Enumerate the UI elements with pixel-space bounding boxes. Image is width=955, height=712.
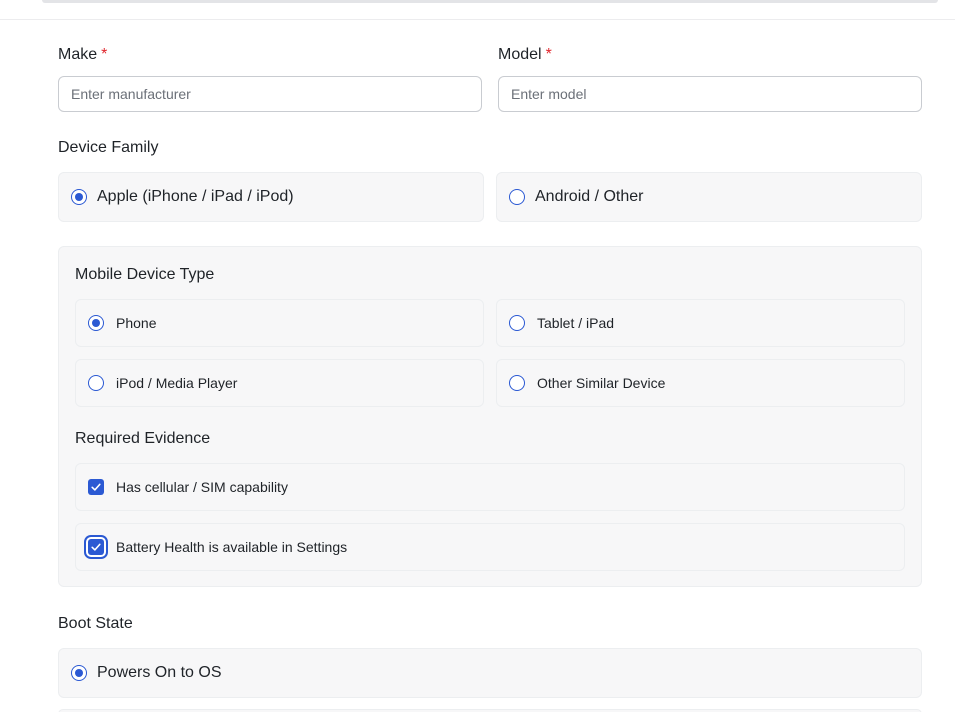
required-evidence-label: Required Evidence: [75, 430, 211, 447]
top-scroll-strip: [42, 0, 938, 3]
model-input[interactable]: [498, 76, 922, 112]
evidence-item-label: Has cellular / SIM capability: [116, 479, 288, 495]
make-label-text: Make: [58, 46, 98, 63]
model-label-text: Model: [498, 46, 542, 63]
device-type-option-phone[interactable]: Phone: [75, 299, 484, 347]
radio-unselected-icon[interactable]: [509, 375, 525, 391]
check-icon: [91, 483, 101, 491]
boot-state-option-label: Powers On to OS: [97, 664, 222, 681]
model-required-mark: *: [545, 46, 552, 63]
evidence-item-label: Battery Health is available in Settings: [116, 539, 348, 555]
device-type-option-label: Phone: [116, 315, 157, 331]
model-label: Model *: [498, 46, 552, 64]
radio-selected-icon[interactable]: [71, 189, 87, 205]
make-label: Make *: [58, 46, 107, 64]
radio-unselected-icon[interactable]: [509, 315, 525, 331]
radio-selected-icon[interactable]: [88, 315, 104, 331]
boot-state-label: Boot State: [58, 615, 133, 632]
device-type-option-ipod[interactable]: iPod / Media Player: [75, 359, 484, 407]
checkbox-checked-focused-icon[interactable]: [88, 539, 104, 555]
device-family-label: Device Family: [58, 139, 159, 156]
make-required-mark: *: [101, 46, 108, 63]
evidence-item-cellular[interactable]: Has cellular / SIM capability: [75, 463, 905, 511]
radio-unselected-icon[interactable]: [88, 375, 104, 391]
checkbox-checked-icon[interactable]: [88, 479, 104, 495]
device-family-option-android[interactable]: Android / Other: [496, 172, 922, 222]
device-family-option-label: Apple (iPhone / iPad / iPod): [97, 188, 294, 205]
device-family-option-label: Android / Other: [535, 188, 644, 205]
radio-selected-icon[interactable]: [71, 665, 87, 681]
evidence-item-battery-health[interactable]: Battery Health is available in Settings: [75, 523, 905, 571]
header-divider: [0, 19, 955, 20]
device-type-option-label: iPod / Media Player: [116, 375, 238, 391]
boot-state-option-powers-on[interactable]: Powers On to OS: [58, 648, 922, 698]
make-input[interactable]: [58, 76, 482, 112]
radio-unselected-icon[interactable]: [509, 189, 525, 205]
device-family-option-apple[interactable]: Apple (iPhone / iPad / iPod): [58, 172, 484, 222]
mobile-device-type-label: Mobile Device Type: [75, 266, 215, 283]
check-icon: [91, 543, 101, 551]
device-type-option-tablet[interactable]: Tablet / iPad: [496, 299, 905, 347]
device-type-option-label: Other Similar Device: [537, 375, 666, 391]
device-type-option-label: Tablet / iPad: [537, 315, 615, 331]
device-type-option-other[interactable]: Other Similar Device: [496, 359, 905, 407]
